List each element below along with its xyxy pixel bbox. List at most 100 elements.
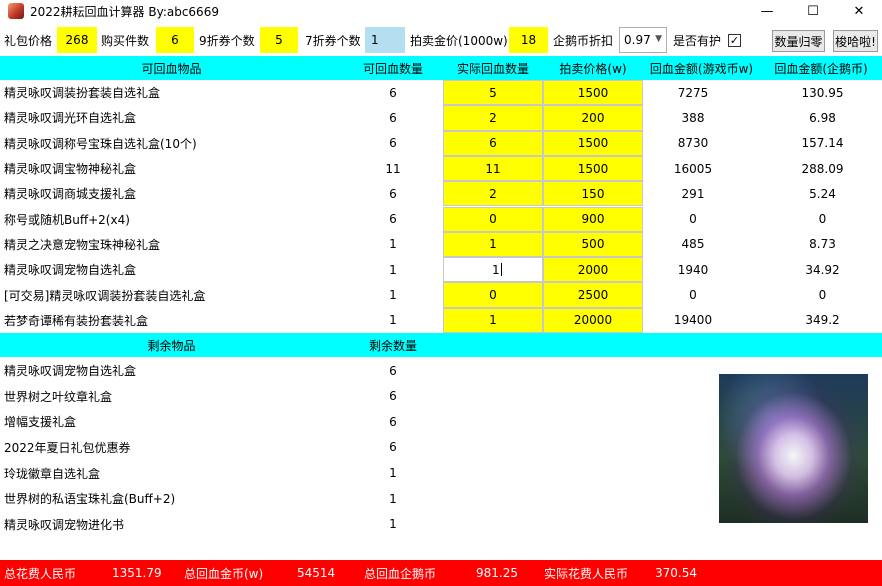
remaining-item-name: 精灵咏叹调宠物自选礼盒 [4, 364, 137, 379]
auction-price-input[interactable]: 500 [543, 231, 643, 258]
actual-count-input[interactable]: 2 [443, 105, 543, 131]
item-name: 称号或随机Buff+2(x4) [4, 212, 130, 227]
item-count: 11 [385, 161, 401, 176]
actual-count-input[interactable]: 2 [443, 181, 543, 207]
actual-count-input[interactable]: 1 [443, 231, 543, 258]
item-name: 若梦奇谭稀有装扮套装礼盒 [4, 313, 149, 328]
protect-checkbox[interactable]: ✓ [728, 34, 741, 47]
remaining-item-name: 世界树之叶纹章礼盒 [4, 389, 113, 404]
actual-count-input[interactable]: 11 [443, 155, 543, 182]
remaining-item-name: 玲珑徽章自选礼盒 [4, 466, 101, 481]
coupon7-input[interactable]: 1 [365, 27, 405, 53]
close-button[interactable]: ✕ [836, 0, 882, 22]
coupon9-input[interactable]: 5 [260, 27, 298, 53]
remaining-item-count: 6 [389, 389, 397, 404]
col-item: 可回血物品 [141, 61, 202, 76]
remaining-item-name: 增幅支援礼盒 [4, 415, 77, 430]
character-artwork [719, 374, 868, 523]
table-row: 精灵咏叹调宠物自选礼盒 1 1 2000 1940 34.92 [0, 257, 882, 283]
item-name: 精灵之决意宠物宝珠神秘礼盒 [4, 237, 161, 252]
recover-penguin: 288.09 [801, 161, 844, 176]
maximize-button[interactable]: ☐ [790, 0, 836, 22]
penguin-discount-select[interactable]: 0.97 ▼ [619, 27, 667, 53]
recover-penguin: 6.98 [809, 110, 836, 125]
total-gold-value: 54514 [297, 566, 336, 580]
auction-price-input[interactable]: 1500 [543, 130, 643, 156]
item-count: 1 [389, 237, 397, 252]
table-row: 精灵咏叹调装扮套装自选礼盒 6 5 1500 7275 130.95 [0, 80, 882, 106]
item-name: 精灵咏叹调装扮套装自选礼盒 [4, 86, 161, 101]
actual-count-input[interactable]: 6 [443, 130, 543, 156]
penguin-discount-value: 0.97 [624, 33, 651, 47]
buy-count-input[interactable]: 6 [156, 27, 194, 53]
auction-price-input[interactable]: 2500 [543, 282, 643, 308]
auction-gold-input[interactable]: 18 [509, 27, 548, 53]
table-row: 精灵咏叹调光环自选礼盒 6 2 200 388 6.98 [0, 105, 882, 131]
remaining-item-count: 1 [389, 517, 397, 532]
recover-penguin: 0 [818, 212, 827, 227]
col-actual: 实际回血数量 [456, 61, 529, 76]
recover-penguin: 5.24 [809, 186, 836, 201]
auction-price-input[interactable]: 20000 [543, 307, 643, 333]
window-controls: — ☐ ✕ [744, 0, 882, 22]
input-controls: 礼包价格 268 购买件数 6 9折券个数 5 7折券个数 1 拍卖金价(100… [0, 26, 882, 56]
actual-count-value: 1 [492, 262, 500, 277]
recover-gold: 1940 [677, 262, 709, 277]
actual-count-input[interactable]: 0 [443, 206, 543, 232]
minimize-button[interactable]: — [744, 0, 790, 22]
gift-price-label: 礼包价格 [4, 33, 53, 48]
auction-price-input[interactable]: 900 [543, 206, 643, 232]
fun-button[interactable]: 梭哈啦! [833, 30, 878, 52]
table-row: 精灵咏叹调宝物神秘礼盒 11 11 1500 16005 288.09 [0, 155, 882, 182]
penguin-discount-label: 企鹅币折扣 [553, 33, 614, 48]
item-name: 精灵咏叹调商城支援礼盒 [4, 187, 137, 202]
recover-penguin: 8.73 [809, 237, 836, 252]
chevron-down-icon: ▼ [655, 34, 662, 44]
recover-gold: 388 [681, 110, 705, 125]
col-penguin: 回血金额(企鹅币) [774, 61, 868, 76]
remaining-item-count: 1 [389, 466, 397, 481]
total-penguin-value: 981.25 [476, 566, 518, 580]
window-title: 2022耕耘回血计算器 By:abc6669 [30, 4, 219, 19]
actual-count-input[interactable]: 0 [443, 282, 543, 308]
remaining-item-count: 6 [389, 440, 397, 455]
recover-table-header: 可回血物品 可回血数量 实际回血数量 拍卖价格(w) 回血金额(游戏币w) 回血… [0, 56, 882, 80]
recover-penguin: 130.95 [801, 85, 844, 100]
table-row: 精灵咏叹调称号宝珠自选礼盒(10个) 6 6 1500 8730 157.14 [0, 130, 882, 156]
auction-price-input[interactable]: 150 [543, 181, 643, 207]
gift-price-input[interactable]: 268 [57, 27, 97, 53]
recover-penguin: 157.14 [801, 136, 844, 151]
recover-gold: 19400 [673, 313, 713, 328]
table-row: 称号或随机Buff+2(x4) 6 0 900 0 0 [0, 206, 882, 232]
table-row: 若梦奇谭稀有装扮套装礼盒 1 1 20000 19400 349.2 [0, 307, 882, 333]
recover-gold: 485 [681, 237, 705, 252]
actual-count-input[interactable]: 5 [443, 80, 543, 106]
text-caret [500, 263, 502, 277]
item-name: 精灵咏叹调称号宝珠自选礼盒(10个) [4, 136, 197, 151]
auction-price-input[interactable]: 1500 [543, 80, 643, 106]
item-count: 6 [389, 212, 397, 227]
col-remaining-count: 剩余数量 [368, 338, 417, 353]
auction-price-input[interactable]: 200 [543, 105, 643, 131]
reset-button[interactable]: 数量归零 [772, 30, 825, 52]
recover-gold: 0 [689, 212, 697, 227]
item-count: 6 [389, 110, 397, 125]
actual-count-input[interactable]: 1 [443, 257, 543, 283]
recover-penguin: 34.92 [805, 262, 840, 277]
auction-price-input[interactable]: 1500 [543, 155, 643, 182]
item-name: [可交易]精灵咏叹调装扮套装自选礼盒 [4, 288, 206, 303]
auction-price-input[interactable]: 2000 [543, 257, 643, 283]
item-name: 精灵咏叹调光环自选礼盒 [4, 111, 137, 126]
table-row: 精灵之决意宠物宝珠神秘礼盒 1 1 500 485 8.73 [0, 231, 882, 258]
item-name: 精灵咏叹调宝物神秘礼盒 [4, 162, 137, 177]
protect-label: 是否有护 [673, 33, 722, 48]
total-rmb-label: 总花费人民币 [4, 566, 77, 581]
recover-penguin: 349.2 [805, 313, 840, 328]
actual-count-input[interactable]: 1 [443, 307, 543, 333]
remaining-item-count: 1 [389, 491, 397, 506]
item-count: 1 [389, 288, 397, 303]
recover-gold: 7275 [677, 85, 709, 100]
total-penguin-label: 总回血企鹅币 [364, 566, 437, 581]
total-rmb-value: 1351.79 [112, 566, 162, 580]
buy-count-label: 购买件数 [101, 33, 150, 48]
